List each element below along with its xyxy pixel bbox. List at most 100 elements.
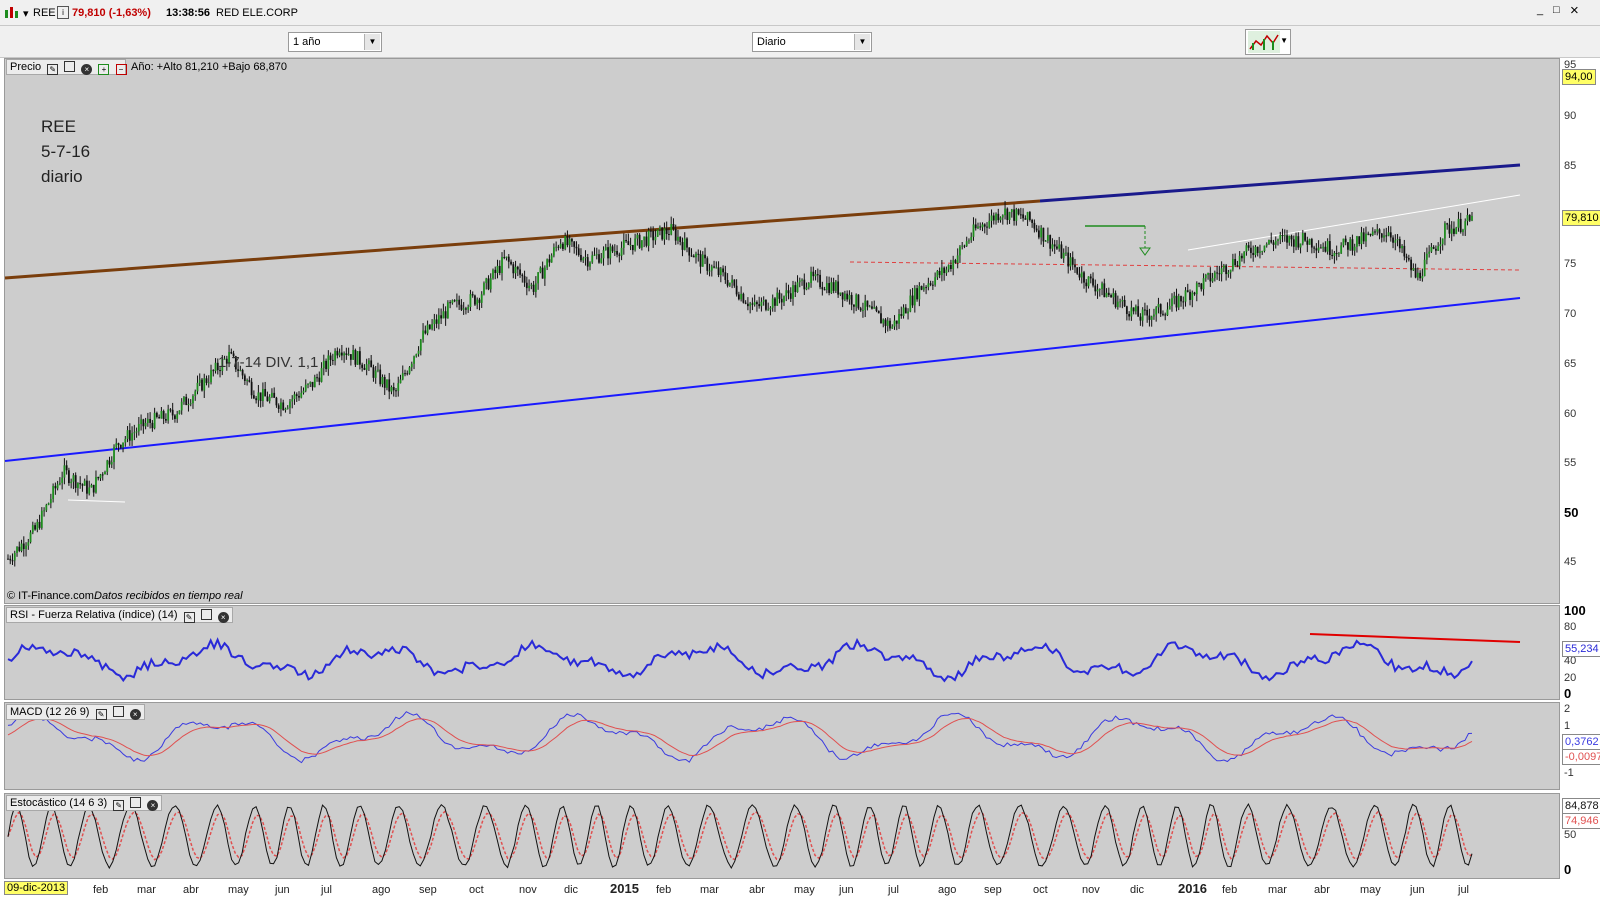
candle-body	[539, 267, 542, 273]
candle-body	[688, 247, 691, 256]
wrench-icon[interactable]: ✎	[183, 612, 195, 623]
upper-trendline-extension[interactable]	[1039, 163, 1521, 203]
candle-body	[780, 298, 783, 303]
y-tick: 90	[1564, 110, 1577, 122]
candle-body	[113, 446, 115, 463]
candle-body	[765, 299, 767, 310]
candle-body	[1141, 309, 1144, 321]
candle-body	[465, 308, 467, 310]
candle-body	[1322, 246, 1325, 249]
candle-body	[1056, 246, 1058, 249]
candle-body	[950, 265, 952, 269]
candle-body	[798, 280, 801, 283]
candle-body	[1455, 227, 1458, 234]
window-icon[interactable]	[112, 706, 124, 717]
candle-body	[379, 369, 382, 385]
candle-body	[187, 404, 190, 406]
candle-body	[1247, 245, 1250, 248]
candle-body	[690, 255, 693, 257]
candle-body	[1076, 267, 1079, 274]
x-tick-label: sep	[984, 884, 1002, 896]
candle-body	[895, 320, 898, 324]
y-tick: 75	[1564, 258, 1577, 270]
candle-body	[133, 432, 136, 434]
candle-body	[1272, 242, 1275, 245]
candle-body	[756, 302, 758, 305]
candle-body	[904, 307, 907, 314]
candle-body	[11, 560, 14, 562]
x-tick-label: oct	[469, 884, 484, 896]
window-icon[interactable]	[130, 797, 142, 808]
candle-body	[1459, 218, 1462, 233]
candle-body	[1013, 209, 1015, 221]
candle-body	[1146, 309, 1149, 316]
stochastic-d-tag: 74,946	[1562, 813, 1600, 829]
candle-body	[550, 255, 553, 263]
candle-body	[616, 251, 618, 255]
minor-resistance-line[interactable]	[1187, 194, 1521, 251]
candle-body	[733, 279, 736, 286]
rsi-divergence-line[interactable]	[1309, 633, 1521, 643]
wrench-icon[interactable]: ✎	[95, 709, 107, 720]
candle-body	[1078, 273, 1081, 278]
candle-body	[1037, 230, 1040, 238]
candle-body	[622, 239, 625, 248]
price-series	[7, 200, 1473, 567]
candle-body	[1189, 291, 1191, 300]
candle-body	[377, 369, 379, 371]
close-icon[interactable]: ×	[129, 709, 141, 720]
candle-body	[417, 350, 420, 355]
candle-body	[212, 370, 215, 372]
candle-body	[498, 265, 501, 274]
close-icon[interactable]: ×	[147, 800, 159, 811]
candle-body	[645, 236, 648, 246]
candle-body	[505, 256, 508, 258]
candle-body	[882, 319, 885, 324]
lower-trendline[interactable]	[4, 297, 1521, 462]
chart-canvas[interactable]	[0, 0, 1600, 914]
candle-body	[304, 384, 307, 391]
candle-body	[1448, 224, 1451, 234]
candle-body	[467, 307, 470, 310]
candle-body	[349, 354, 352, 360]
wrench-icon[interactable]: ✎	[47, 64, 59, 75]
window-icon[interactable]	[200, 609, 212, 620]
candle-body	[1245, 245, 1248, 252]
candle-body	[1450, 228, 1453, 234]
candle-body	[38, 521, 41, 528]
add-indicator-icon[interactable]: +	[98, 64, 110, 75]
x-tick-label: nov	[519, 884, 537, 896]
close-icon[interactable]: ×	[81, 64, 93, 75]
candle-body	[442, 311, 445, 319]
upper-trendline[interactable]	[4, 199, 1041, 280]
candle-body	[938, 270, 941, 276]
candle-body	[717, 267, 720, 276]
candle-body	[435, 319, 438, 324]
wrench-icon[interactable]: ✎	[113, 800, 125, 811]
candle-body	[580, 254, 582, 261]
candle-body	[428, 324, 431, 329]
candle-body	[1297, 236, 1300, 248]
candle-body	[1315, 248, 1318, 251]
candle-body	[92, 484, 95, 493]
close-icon[interactable]: ×	[217, 612, 229, 623]
x-tick-label: mar	[137, 884, 156, 896]
candle-body	[1428, 251, 1431, 254]
candle-body	[1204, 274, 1207, 279]
candle-body	[146, 418, 149, 423]
window-icon[interactable]	[64, 61, 76, 72]
candle-body	[584, 257, 587, 259]
candle-body	[523, 276, 526, 283]
gap-line	[67, 499, 126, 503]
remove-indicator-icon[interactable]: −	[115, 64, 127, 75]
candle-body	[925, 287, 928, 289]
candle-body	[731, 279, 734, 283]
note-date: 5-7-16	[41, 142, 91, 161]
candle-body	[70, 481, 73, 484]
candle-body	[476, 299, 479, 305]
candle-body	[1150, 316, 1153, 320]
candle-body	[760, 301, 763, 307]
candle-body	[86, 480, 88, 494]
x-tick-label: may	[1360, 884, 1381, 896]
candle-body	[1220, 268, 1223, 275]
